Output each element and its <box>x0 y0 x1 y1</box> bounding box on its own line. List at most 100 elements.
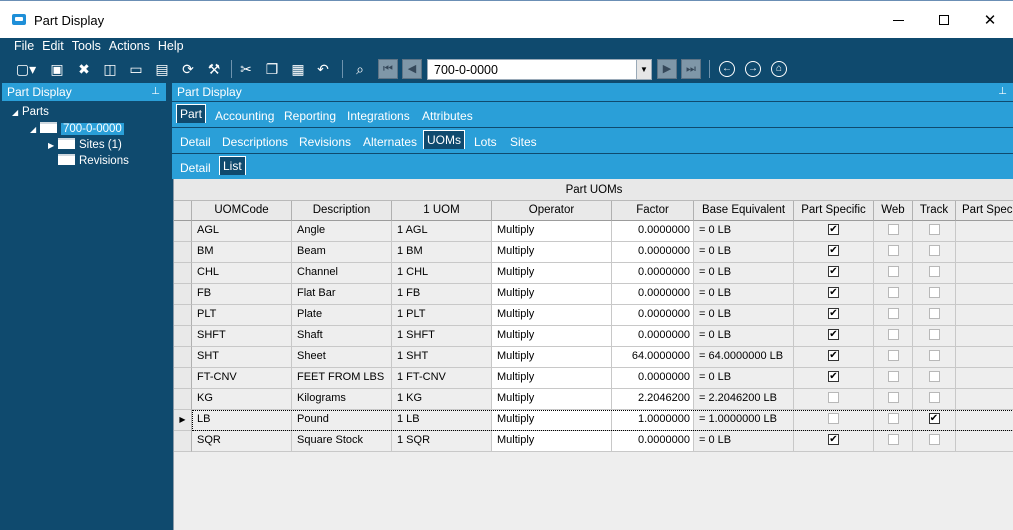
checkbox-checked[interactable]: ✔ <box>828 307 839 319</box>
tab-descriptions[interactable]: Descriptions <box>222 135 288 149</box>
cell-factor[interactable]: 0.0000000 <box>612 284 694 305</box>
cell-factor[interactable]: 2.2046200 <box>612 389 694 410</box>
checkbox-unchecked[interactable] <box>928 433 940 445</box>
column-header-description[interactable]: Description <box>292 201 392 221</box>
cell-1-uom[interactable]: 1 AGL <box>392 221 492 242</box>
cell-factor[interactable]: 0.0000000 <box>612 431 694 452</box>
pin-icon[interactable]: ⊥ <box>151 83 160 101</box>
cell-factor[interactable]: 0.0000000 <box>612 263 694 284</box>
cell-uomcode[interactable]: SHFT <box>192 326 292 347</box>
checkbox-unchecked[interactable] <box>928 265 940 277</box>
clear-icon[interactable]: ▭ <box>126 59 146 79</box>
checkbox-checked[interactable]: ✔ <box>828 286 839 298</box>
tab-uom-list[interactable]: List <box>219 156 246 175</box>
maximize-button[interactable] <box>921 1 967 39</box>
menu-actions[interactable]: Actions <box>109 38 150 56</box>
cell-factor[interactable]: 0.0000000 <box>612 305 694 326</box>
cell-operator[interactable]: Multiply <box>492 347 612 368</box>
cell-1-uom[interactable]: 1 CHL <box>392 263 492 284</box>
checkbox-unchecked[interactable] <box>928 286 940 298</box>
expanded-icon[interactable]: ◢ <box>12 108 22 117</box>
cell-operator[interactable]: Multiply <box>492 242 612 263</box>
cut-icon[interactable]: ✂ <box>236 59 256 79</box>
checkbox-checked[interactable]: ✔ <box>928 412 940 424</box>
cell-factor[interactable]: 0.0000000 <box>612 242 694 263</box>
cell-uomcode[interactable]: SHT <box>192 347 292 368</box>
column-header-part-specific[interactable]: Part Specific <box>794 201 874 221</box>
cell-1-uom[interactable]: 1 FT-CNV <box>392 368 492 389</box>
cell-base-equivalent[interactable]: = 64.0000000 LB <box>694 347 794 368</box>
cell-1-uom[interactable]: 1 SHFT <box>392 326 492 347</box>
tab-lots[interactable]: Lots <box>474 135 497 149</box>
row-selector[interactable] <box>174 263 192 284</box>
refresh-icon[interactable]: ⟳ <box>178 59 198 79</box>
minimize-button[interactable] <box>875 1 921 39</box>
cell-base-equivalent[interactable]: = 2.2046200 LB <box>694 389 794 410</box>
cell-uomcode[interactable]: AGL <box>192 221 292 242</box>
close-button[interactable]: ✕ <box>967 1 1013 39</box>
row-selector[interactable] <box>174 242 192 263</box>
cell-1-uom[interactable]: 1 SQR <box>392 431 492 452</box>
menu-help[interactable]: Help <box>158 38 184 56</box>
checkbox-checked[interactable]: ✔ <box>828 328 839 340</box>
expanded-icon[interactable]: ◢ <box>30 125 40 134</box>
checkbox-unchecked[interactable] <box>887 286 899 298</box>
cell-1-uom[interactable]: 1 PLT <box>392 305 492 326</box>
row-selector[interactable] <box>174 305 192 326</box>
cell-uomcode[interactable]: KG <box>192 389 292 410</box>
column-header-operator[interactable]: Operator <box>492 201 612 221</box>
cell-uomcode[interactable]: LB <box>192 410 292 431</box>
cell-base-equivalent[interactable]: = 1.0000000 LB <box>694 410 794 431</box>
tab-alternates[interactable]: Alternates <box>363 135 417 149</box>
search-icon[interactable]: ⌕ <box>349 59 371 79</box>
cell-base-equivalent[interactable]: = 0 LB <box>694 284 794 305</box>
forward-icon[interactable]: → <box>745 61 761 77</box>
tab-integrations[interactable]: Integrations <box>347 109 410 123</box>
cell-base-equivalent[interactable]: = 0 LB <box>694 431 794 452</box>
checkbox-unchecked[interactable] <box>887 244 899 256</box>
cell-description[interactable]: Pound <box>292 410 392 431</box>
cell-uomcode[interactable]: CHL <box>192 263 292 284</box>
tab-uom-detail[interactable]: Detail <box>180 161 211 175</box>
tab-accounting[interactable]: Accounting <box>215 109 274 123</box>
row-selector[interactable] <box>174 389 192 410</box>
cell-description[interactable]: Flat Bar <box>292 284 392 305</box>
home-icon[interactable]: ⌂ <box>771 61 787 77</box>
tree-node-part[interactable]: ◢ 700-0-0000 <box>30 122 124 135</box>
menu-file[interactable]: File <box>14 38 34 56</box>
cell-description[interactable]: Channel <box>292 263 392 284</box>
row-selector[interactable] <box>174 431 192 452</box>
checkbox-unchecked[interactable] <box>928 244 940 256</box>
cell-1-uom[interactable]: 1 SHT <box>392 347 492 368</box>
checkbox-unchecked[interactable] <box>887 223 899 235</box>
column-header-track[interactable]: Track <box>913 201 956 221</box>
cell-1-uom[interactable]: 1 FB <box>392 284 492 305</box>
cell-factor[interactable]: 1.0000000 <box>612 410 694 431</box>
checkbox-unchecked[interactable] <box>887 412 899 424</box>
column-header-part-spec[interactable]: Part Spec <box>956 201 1013 221</box>
menu-edit[interactable]: Edit <box>42 38 64 56</box>
row-selector[interactable] <box>174 326 192 347</box>
checkbox-unchecked[interactable] <box>928 328 940 340</box>
cell-base-equivalent[interactable]: = 0 LB <box>694 221 794 242</box>
back-icon[interactable]: ← <box>719 61 735 77</box>
checkbox-checked[interactable]: ✔ <box>828 265 839 277</box>
column-header-web[interactable]: Web <box>874 201 913 221</box>
checkbox-unchecked[interactable] <box>887 328 899 340</box>
cell-factor[interactable]: 0.0000000 <box>612 326 694 347</box>
cell-description[interactable]: Angle <box>292 221 392 242</box>
cell-base-equivalent[interactable]: = 0 LB <box>694 305 794 326</box>
cell-base-equivalent[interactable]: = 0 LB <box>694 368 794 389</box>
checkbox-unchecked[interactable] <box>887 391 899 403</box>
cell-description[interactable]: Sheet <box>292 347 392 368</box>
cell-factor[interactable]: 0.0000000 <box>612 368 694 389</box>
new-icon[interactable]: ▢▾ <box>14 59 38 79</box>
cell-operator[interactable]: Multiply <box>492 284 612 305</box>
column-header-factor[interactable]: Factor <box>612 201 694 221</box>
checkbox-checked[interactable]: ✔ <box>828 244 839 256</box>
tab-sites[interactable]: Sites <box>510 135 537 149</box>
cell-uomcode[interactable]: SQR <box>192 431 292 452</box>
tab-part[interactable]: Part <box>176 104 207 123</box>
cell-description[interactable]: Plate <box>292 305 392 326</box>
previous-record-icon[interactable]: ◀ <box>402 59 422 79</box>
